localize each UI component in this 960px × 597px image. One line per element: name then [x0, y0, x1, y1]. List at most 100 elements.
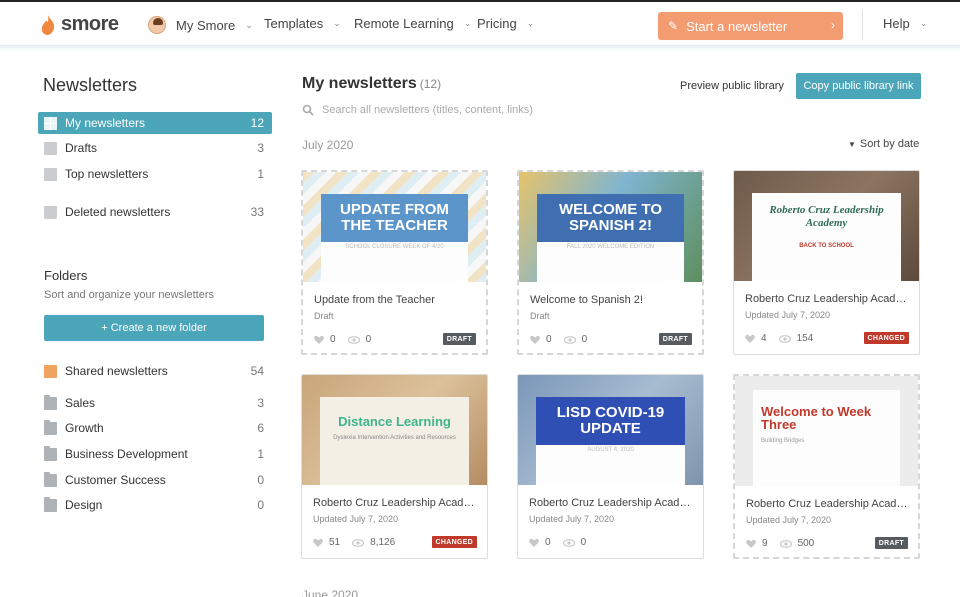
folder-customer-success[interactable]: Customer Success 0	[38, 469, 272, 491]
folder-icon	[44, 496, 57, 512]
sidebar-item-top-newsletters[interactable]: Top newsletters 1	[38, 163, 272, 185]
nav-help-label: Help	[883, 16, 910, 31]
eye-icon	[347, 335, 360, 344]
folder-label: Shared newsletters	[65, 364, 168, 378]
avatar	[148, 16, 166, 34]
preview-public-library-link[interactable]: Preview public library	[680, 80, 784, 92]
page-title: My newsletters (12)	[302, 75, 441, 93]
thumbnail-heading: Welcome to Week Three	[761, 404, 872, 432]
card-title[interactable]: Welcome to Spanish 2!	[530, 294, 695, 306]
sidebar-item-deleted[interactable]: Deleted newsletters 33	[38, 201, 272, 223]
newsletter-card[interactable]: WELCOME TO SPANISH 2! FALL 2020 WELCOME …	[517, 170, 704, 355]
create-folder-button[interactable]: + Create a new folder	[44, 315, 264, 341]
views-count: 500	[797, 538, 815, 549]
thumbnail-subheading: Dyslexia Intervention Activities and Res…	[333, 435, 456, 441]
status-badge: DRAFT	[874, 537, 908, 549]
folder-count: 0	[257, 498, 264, 512]
card-stats: 4 154	[745, 333, 813, 344]
card-status: Draft	[530, 311, 550, 321]
eye-icon	[779, 539, 792, 548]
thumbnail-heading: LISD COVID-19 UPDATE	[536, 397, 685, 445]
card-title[interactable]: Update from the Teacher	[314, 294, 479, 306]
thumbnail-subheading: AUGUST 4, 2020	[587, 447, 634, 453]
nav-templates[interactable]: Templates ⌄	[264, 16, 341, 31]
folder-label: Design	[65, 498, 103, 512]
likes-count: 0	[330, 334, 336, 345]
folder-sales[interactable]: Sales 3	[38, 392, 272, 414]
folder-business-development[interactable]: Business Development 1	[38, 443, 272, 465]
newsletter-card[interactable]: Roberto Cruz Leadership Academy BACK TO …	[733, 170, 920, 355]
thumbnail-heading: UPDATE FROM THE TEACHER	[321, 194, 468, 242]
sidebar-item-drafts[interactable]: Drafts 3	[38, 137, 272, 159]
newsletter-card[interactable]: Distance Learning Dyslexia Intervention …	[301, 374, 488, 559]
nav-my-smore-label: My Smore	[176, 17, 236, 33]
status-badge: CHANGED	[863, 332, 909, 344]
folder-count: 54	[250, 364, 264, 378]
folder-count: 3	[257, 396, 264, 410]
newsletter-card[interactable]: UPDATE FROM THE TEACHER SCHOOL CLOSURE W…	[301, 170, 488, 355]
chevron-down-icon: ⌄	[526, 18, 535, 28]
heart-icon	[313, 538, 323, 547]
eye-icon	[778, 334, 791, 343]
smore-logo[interactable]: smore	[40, 13, 119, 36]
grid-icon	[44, 116, 57, 130]
folder-growth[interactable]: Growth 6	[38, 417, 272, 439]
search-input[interactable]	[322, 104, 642, 116]
folders-title: Folders	[44, 268, 88, 283]
sidebar-item-count: 12	[250, 116, 264, 130]
folder-icon	[44, 445, 57, 461]
folder-design[interactable]: Design 0	[38, 494, 272, 516]
copy-public-library-link-button[interactable]: Copy public library link	[796, 73, 921, 99]
card-title[interactable]: Roberto Cruz Leadership Academy	[745, 293, 910, 305]
heart-icon	[529, 538, 539, 547]
month-heading: July 2020	[302, 138, 354, 152]
card-stats: 51 8,126	[313, 537, 395, 548]
nav-my-smore[interactable]: My Smore ⌄	[148, 16, 253, 34]
folder-icon	[44, 419, 57, 435]
header-shadow	[0, 46, 960, 52]
newsletter-thumbnail: UPDATE FROM THE TEACHER SCHOOL CLOSURE W…	[303, 172, 486, 282]
sidebar-item-label: Top newsletters	[65, 167, 149, 181]
nav-pricing[interactable]: Pricing ⌄	[477, 16, 534, 31]
card-title[interactable]: Roberto Cruz Leadership Academy	[746, 498, 911, 510]
sidebar-item-my-newsletters[interactable]: My newsletters 12	[38, 112, 272, 134]
pencil-icon: ✎	[668, 19, 679, 33]
newsletter-card[interactable]: Welcome to Week Three Building Bridges R…	[733, 374, 920, 559]
newsletter-thumbnail: Welcome to Week Three Building Bridges	[735, 376, 918, 486]
folder-count: 0	[257, 473, 264, 487]
chevron-down-icon: ⌄	[919, 18, 928, 28]
sort-by-date-dropdown[interactable]: ▼ Sort by date	[848, 138, 919, 150]
heart-icon	[530, 335, 540, 344]
sidebar-item-count: 1	[257, 167, 264, 181]
likes-count: 0	[546, 334, 552, 345]
sidebar-item-label: Drafts	[65, 141, 98, 155]
eye-icon	[563, 335, 576, 344]
chevron-down-icon: ⌄	[463, 18, 472, 28]
likes-count: 0	[545, 537, 551, 548]
thumbnail-subheading: FALL 2020 WELCOME EDITION	[566, 244, 655, 250]
start-newsletter-button[interactable]: ✎ Start a newsletter ›	[658, 12, 843, 40]
page-title-text: My newsletters	[302, 75, 417, 92]
card-stats: 0 0	[529, 537, 586, 548]
start-newsletter-label: Start a newsletter	[686, 18, 788, 34]
folder-icon	[44, 394, 57, 410]
eye-icon	[562, 538, 575, 547]
newsletter-thumbnail: LISD COVID-19 UPDATE AUGUST 4, 2020	[518, 375, 703, 485]
card-title[interactable]: Roberto Cruz Leadership Academy	[529, 497, 694, 509]
month-heading: June 2020	[302, 588, 359, 597]
document-icon	[44, 141, 57, 155]
heart-icon	[746, 539, 756, 548]
card-updated-date: Updated July 7, 2020	[745, 310, 831, 320]
nav-help[interactable]: Help ⌄	[883, 16, 927, 31]
folder-shared-newsletters[interactable]: Shared newsletters 54	[38, 360, 272, 382]
card-title[interactable]: Roberto Cruz Leadership Academy	[313, 497, 478, 509]
folder-icon	[44, 471, 57, 487]
views-count: 154	[796, 333, 814, 344]
search-bar	[302, 100, 662, 120]
likes-count: 9	[762, 538, 768, 549]
sidebar-item-count: 33	[250, 205, 264, 219]
nav-remote-learning[interactable]: Remote Learning ⌄	[354, 16, 471, 31]
logo-text: smore	[61, 13, 119, 35]
newsletter-card[interactable]: LISD COVID-19 UPDATE AUGUST 4, 2020 Robe…	[517, 374, 704, 559]
thumbnail-subheading: Building Bridges	[761, 438, 805, 444]
